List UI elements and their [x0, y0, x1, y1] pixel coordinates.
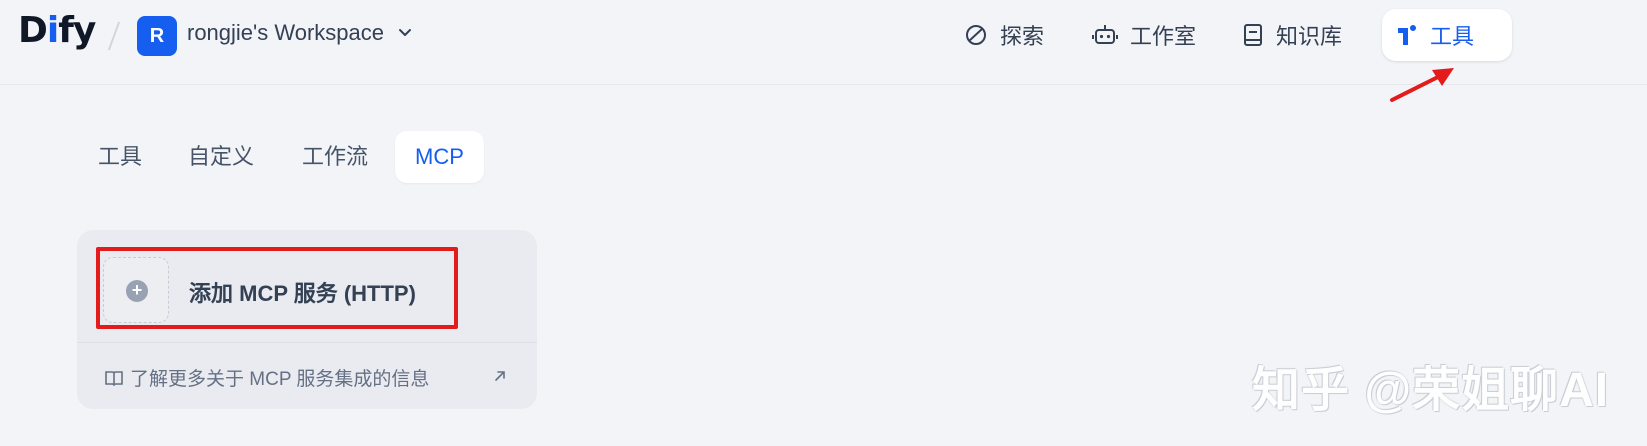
- tab-custom[interactable]: 自定义: [168, 131, 274, 183]
- tab-workflow[interactable]: 工作流: [282, 131, 388, 183]
- nav-tools-label: 工具: [1430, 24, 1475, 49]
- breadcrumb-separator: [107, 22, 121, 50]
- nav-studio-label: 工作室: [1130, 24, 1197, 49]
- nav-explore-label: 探索: [1000, 24, 1045, 49]
- nav-explore[interactable]: 探索: [952, 9, 1056, 61]
- nav-tools[interactable]: 工具: [1382, 9, 1512, 61]
- tab-mcp[interactable]: MCP: [395, 131, 484, 183]
- watermark: 知乎 @荣姐聊AI: [1252, 364, 1610, 417]
- nav-knowledge-label: 知识库: [1276, 24, 1343, 49]
- book-icon: [1244, 24, 1262, 46]
- book-open-icon: [105, 370, 123, 386]
- external-link-icon[interactable]: [492, 368, 508, 384]
- dify-logo[interactable]: Dify: [18, 10, 96, 51]
- learn-more-label: 了解更多关于 MCP 服务集成的信息: [130, 369, 430, 390]
- learn-more-link[interactable]: 了解更多关于 MCP 服务集成的信息: [104, 364, 429, 391]
- nav-knowledge[interactable]: 知识库: [1230, 9, 1354, 61]
- chevron-down-icon[interactable]: [397, 24, 413, 40]
- nav-studio[interactable]: 工作室: [1080, 9, 1208, 61]
- robot-icon: [1092, 25, 1118, 44]
- annotation-arrow: [1390, 68, 1454, 102]
- card-divider: [77, 342, 537, 343]
- compass-icon: [966, 25, 986, 45]
- workspace-avatar[interactable]: R: [137, 16, 177, 56]
- tool-icon: [1398, 25, 1416, 45]
- tab-tools[interactable]: 工具: [78, 131, 162, 183]
- annotation-highlight-box: [96, 247, 458, 329]
- workspace-name[interactable]: rongjie's Workspace: [187, 20, 384, 46]
